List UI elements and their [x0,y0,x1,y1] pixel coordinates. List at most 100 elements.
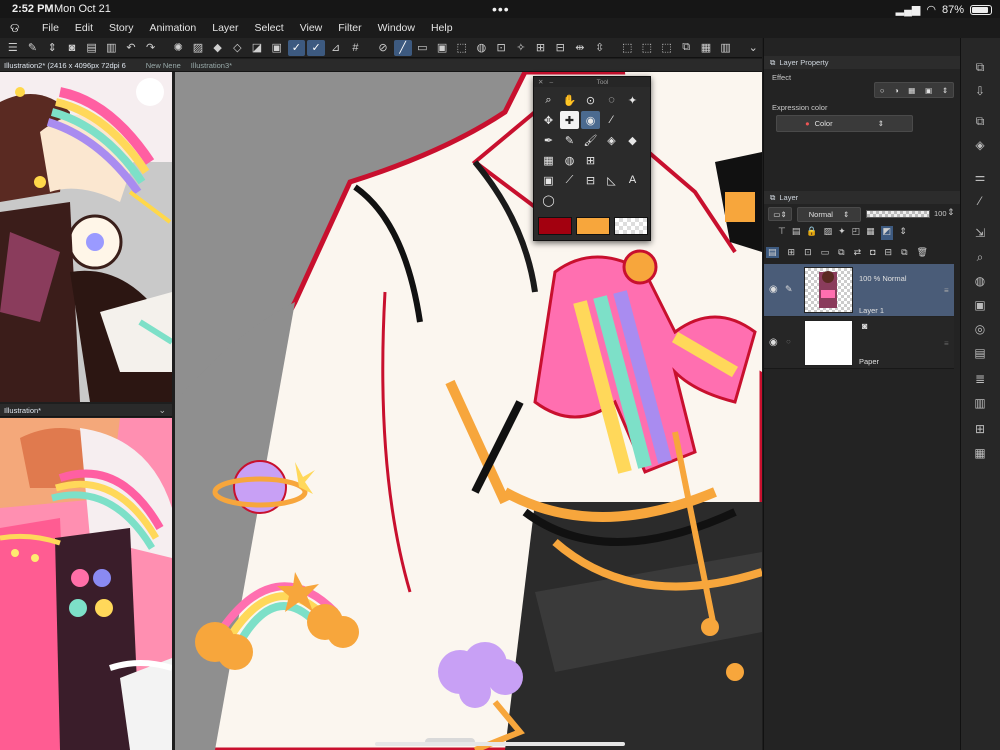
clip-icon[interactable]: ▤ [792,226,801,240]
menu-edit[interactable]: Edit [75,22,93,34]
crop-icon[interactable]: ⊡ [492,40,510,56]
ruler-snap-icon[interactable]: ✓ [287,39,306,56]
layer-property-header[interactable]: ⧉ Layer Property [764,56,960,69]
history-icon[interactable]: ▤ [969,344,991,362]
figure-icon[interactable]: ⟋ [560,171,579,189]
tab-new-nene[interactable]: New Nene [146,61,181,70]
search-icon[interactable]: ⌕ [969,248,991,266]
draft-icon[interactable]: ◰ [852,226,861,240]
app-logo-icon[interactable]: ଡ [10,20,20,36]
outline-icon[interactable]: ◇ [228,40,246,56]
layer-property-icon[interactable]: ⧉ [969,58,991,76]
auto-action-icon[interactable]: ⊞ [969,420,991,438]
reset-icon[interactable]: ⊟ [551,40,569,56]
brush-icon[interactable]: ╱ [393,39,412,56]
tone-effect-icon[interactable]: ◑ [894,86,899,95]
flip-vertical-icon[interactable]: ⇳ [591,40,609,56]
lasso-icon[interactable]: ◌ [602,91,621,109]
selection-icon[interactable]: ⬚ [453,40,471,56]
move-icon[interactable]: ✥ [539,111,558,129]
tab-illustration3[interactable]: Illustration3* [191,61,232,70]
film-icon[interactable]: ▣ [969,296,991,314]
deselect-icon[interactable]: ⬚ [638,40,656,56]
pattern-effect-icon[interactable]: ▦ [908,86,915,95]
brush-size-icon[interactable]: ⁄ [969,192,991,210]
frame-border-icon[interactable]: ⊟ [581,171,600,189]
menu-story[interactable]: Story [109,22,134,34]
gradient-icon[interactable]: ▣ [539,171,558,189]
hamburger-icon[interactable]: ☰ [4,40,22,56]
circle-effect-icon[interactable]: ○ [880,86,885,95]
export-icon[interactable]: ▥ [102,40,120,56]
select-all-icon[interactable]: ⬚ [618,40,636,56]
text-icon[interactable]: A [623,171,642,189]
eyedropper-icon[interactable]: ⁄ [602,111,621,129]
decoration-icon[interactable]: ▦ [539,151,558,169]
menu-help[interactable]: Help [431,22,453,34]
layer-list-icon[interactable]: ▤ [766,246,779,258]
download-icon[interactable]: ⇩ [969,82,991,100]
menu-filter[interactable]: Filter [338,22,361,34]
pen-edit-icon[interactable]: ✎ [785,284,793,295]
new-file-icon[interactable]: ✎ [24,40,42,56]
menu-animation[interactable]: Animation [150,22,197,34]
drawing-canvas[interactable] [175,72,762,750]
home-indicator[interactable] [375,742,625,746]
animation-icon[interactable]: ▥ [969,394,991,412]
menu-file[interactable]: File [42,22,59,34]
reference-icon[interactable]: ✦ [838,226,846,240]
layer-effect-icon[interactable]: ▣ [925,86,932,95]
eraser-icon[interactable]: ◆ [623,131,642,149]
layer-stepper-icon[interactable]: ⇕ [899,226,907,240]
menu-window[interactable]: Window [378,22,415,34]
transfer-icon[interactable]: ⇄ [854,247,862,258]
select-tool-icon[interactable]: ◉ [581,111,600,129]
edit-target-icon[interactable]: ○ [786,337,791,346]
drag-handle-icon[interactable]: ≡ [944,286,949,295]
layer-row-layer1[interactable]: ◉ ✎ 100 % Normal Layer 1 ≡ [764,264,954,316]
effect-stepper-icon[interactable]: ⇕ [942,86,948,95]
brush-tool-icon[interactable]: 🖌 [581,131,600,149]
layer-panel-header[interactable]: ⧉ Layer [764,191,960,204]
zoom-icon[interactable]: ⌕ [539,91,558,109]
info-icon[interactable]: ▦ [969,444,991,462]
materials-icon[interactable]: ◎ [969,320,991,338]
main-color-swatch[interactable] [538,217,572,235]
layer-color-icon[interactable]: ⊘ [374,40,392,56]
menu-view[interactable]: View [300,22,323,34]
sort-icon[interactable]: ⇕ [43,40,61,56]
blend-icon[interactable]: ◍ [560,151,579,169]
layer-square-icon[interactable]: ▣ [433,40,451,56]
stack-icon[interactable]: ◈ [969,136,991,154]
menu-layer[interactable]: Layer [212,22,238,34]
undo-icon[interactable]: ↶ [122,40,140,56]
chevron-down-icon[interactable]: ⌄ [158,405,172,416]
expression-color-select[interactable]: ● Color ⇕ [776,115,913,132]
print-icon[interactable]: ▤ [83,40,101,56]
frame-icon[interactable]: ▭ [414,40,432,56]
airbrush-icon[interactable]: ◈ [602,131,621,149]
grid-snap-icon[interactable]: ⊿ [327,40,345,56]
blend-mode-select[interactable]: Normal ⇕ [797,207,861,222]
balloon-icon[interactable]: ◯ [539,191,558,209]
transparent-swatch[interactable] [614,217,648,235]
redo-icon[interactable]: ↷ [142,40,160,56]
opacity-stepper-icon[interactable]: ⇕ [947,207,955,218]
menu-select[interactable]: Select [255,22,284,34]
clear-icon[interactable]: ▨ [189,40,207,56]
layer-type-button[interactable]: ▭⇕ [768,207,792,221]
magic-icon[interactable]: ✧ [512,40,530,56]
layer-color-toggle-icon[interactable]: ◩ [880,226,894,240]
fill-icon[interactable]: ◆ [209,40,227,56]
opacity-slider[interactable] [866,210,930,218]
eye-icon[interactable]: ◉ [769,337,778,348]
magic-wand-icon[interactable]: ✦ [623,91,642,109]
special-ruler-icon[interactable]: ✓ [307,39,325,56]
move-layer-icon[interactable]: ✚ [560,111,579,129]
hand-icon[interactable]: ✋ [560,91,579,109]
flip-horizontal-icon[interactable]: ⇹ [571,40,589,56]
paste-icon[interactable]: ▦ [697,40,715,56]
spinner-icon[interactable]: ✺ [169,40,187,56]
tab-illustration[interactable]: Illustration* [4,406,41,415]
mask-icon[interactable]: ▦ [866,226,875,240]
